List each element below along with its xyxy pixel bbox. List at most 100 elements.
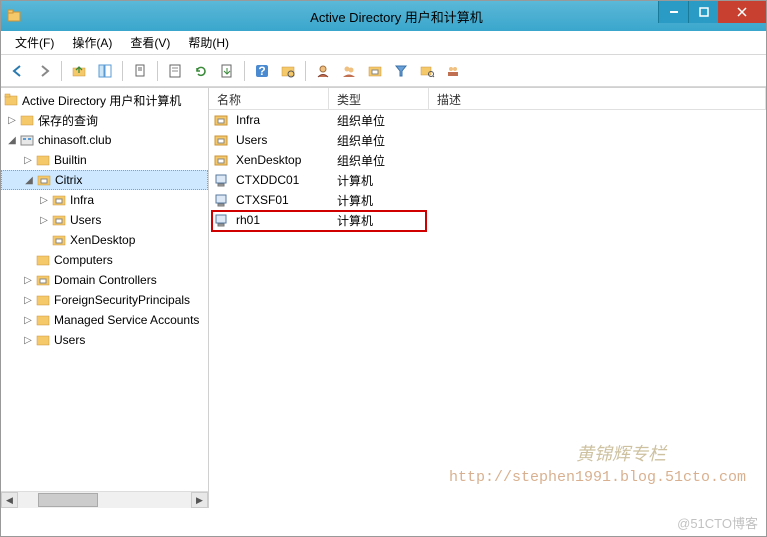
tree-label: Users [70,213,101,227]
app-icon [1,1,27,31]
tree-users-ou[interactable]: ▷ Users [1,210,208,230]
folder-icon [35,332,51,348]
ou-icon [213,112,229,128]
list-cell-name: Infra [236,113,260,127]
scroll-right-button[interactable]: ▶ [191,492,208,508]
column-header-type[interactable]: 类型 [329,88,429,109]
tree-users-container[interactable]: ▷ Users [1,330,208,350]
help-button[interactable]: ? [251,60,273,82]
list-row[interactable]: CTXSF01 计算机 [209,190,766,210]
expander-icon[interactable]: ▷ [37,195,51,206]
root-icon [3,92,19,108]
expander-icon[interactable]: ▷ [21,315,35,326]
expander-icon[interactable]: ▷ [21,155,35,166]
list-cell-type: 计算机 [329,192,429,209]
list-cell-name: CTXSF01 [236,193,289,207]
expander-icon[interactable]: ◢ [5,135,19,146]
tree-msa[interactable]: ▷ Managed Service Accounts [1,310,208,330]
tree-domain[interactable]: ◢ chinasoft.club [1,130,208,150]
tree-infra[interactable]: ▷ Infra [1,190,208,210]
tree-saved-queries[interactable]: ▷ 保存的查询 [1,110,208,130]
expander-icon[interactable]: ▷ [21,335,35,346]
horizontal-scrollbar[interactable]: ◀ ▶ [1,491,208,508]
tree-label: Infra [70,193,94,207]
list-cell-type: 组织单位 [329,152,429,169]
list-row[interactable]: Infra组织单位 [209,110,766,130]
folder-icon [35,152,51,168]
up-folder-button[interactable] [68,60,90,82]
show-hide-tree-button[interactable] [94,60,116,82]
list-row[interactable]: XenDesktop 组织单位 [209,150,766,170]
list-header: 名称 类型 描述 [209,88,766,110]
new-group-button[interactable] [338,60,360,82]
tree-citrix[interactable]: ◢ Citrix [1,170,208,190]
column-header-desc[interactable]: 描述 [429,88,766,109]
expander-icon[interactable]: ▷ [5,115,19,126]
ou-icon [213,132,229,148]
maximize-button[interactable] [688,1,718,23]
svg-text:?: ? [258,64,265,78]
tree-pane: Active Directory 用户和计算机 ▷ 保存的查询 ◢ chinas… [1,88,209,508]
back-button[interactable] [7,60,29,82]
scroll-left-button[interactable]: ◀ [1,492,18,508]
domain-icon [19,132,35,148]
tree-domain-controllers[interactable]: ▷ Domain Controllers [1,270,208,290]
folder-icon [35,252,51,268]
scroll-thumb[interactable] [38,493,98,507]
ou-icon [36,172,52,188]
properties-button[interactable] [164,60,186,82]
tree-root[interactable]: Active Directory 用户和计算机 [1,90,208,110]
tree-label: Domain Controllers [54,273,157,287]
tree-label: ForeignSecurityPrincipals [54,293,190,307]
new-ou-button[interactable] [364,60,386,82]
menu-help[interactable]: 帮助(H) [180,31,237,54]
tree-label: Managed Service Accounts [54,313,199,327]
expander-icon[interactable] [21,255,35,266]
menu-file[interactable]: 文件(F) [7,31,62,54]
tree-xendesktop[interactable]: XenDesktop [1,230,208,250]
column-header-name[interactable]: 名称 [209,88,329,109]
toolbar: ? [1,55,766,87]
menu-view[interactable]: 查看(V) [122,31,178,54]
refresh-button[interactable] [190,60,212,82]
minimize-button[interactable] [658,1,688,23]
list-pane: 名称 类型 描述 Infra组织单位 Users 组织单位 XenDesktop 组织单… [209,88,766,508]
window-title: Active Directory 用户和计算机 [27,7,766,26]
search-button[interactable] [416,60,438,82]
tree-label: 保存的查询 [38,112,98,129]
tree-label: XenDesktop [70,233,135,247]
titlebar: Active Directory 用户和计算机 [1,1,766,31]
menubar: 文件(F) 操作(A) 查看(V) 帮助(H) [1,31,766,55]
list-row[interactable]: CTXDDC01计算机 [209,170,766,190]
tree-label: Computers [54,253,113,267]
list-cell-name: Users [236,133,267,147]
computer-icon [213,172,229,188]
expander-icon[interactable]: ▷ [21,295,35,306]
list-cell-name: rh01 [236,213,260,227]
tree-label: Citrix [55,173,82,187]
add-criteria-button[interactable] [442,60,464,82]
tree-builtin[interactable]: ▷ Builtin [1,150,208,170]
tree-label: Builtin [54,153,87,167]
expander-icon[interactable]: ▷ [21,275,35,286]
new-user-button[interactable] [312,60,334,82]
menu-action[interactable]: 操作(A) [64,31,120,54]
expander-icon[interactable] [37,235,51,246]
list-cell-name: XenDesktop [236,153,301,167]
export-list-button[interactable] [216,60,238,82]
expander-icon[interactable]: ▷ [37,215,51,226]
filter-button[interactable] [390,60,412,82]
ou-icon [51,212,67,228]
folder-icon [19,112,35,128]
cut-button[interactable] [129,60,151,82]
list-cell-type: 组织单位 [329,132,429,149]
find-button[interactable] [277,60,299,82]
ou-icon [51,232,67,248]
forward-button[interactable] [33,60,55,82]
close-button[interactable] [718,1,766,23]
tree-computers[interactable]: Computers [1,250,208,270]
tree-foreign-sp[interactable]: ▷ ForeignSecurityPrincipals [1,290,208,310]
list-row[interactable]: rh01计算机 [209,210,766,230]
list-row[interactable]: Users 组织单位 [209,130,766,150]
expander-icon[interactable]: ◢ [22,175,36,186]
